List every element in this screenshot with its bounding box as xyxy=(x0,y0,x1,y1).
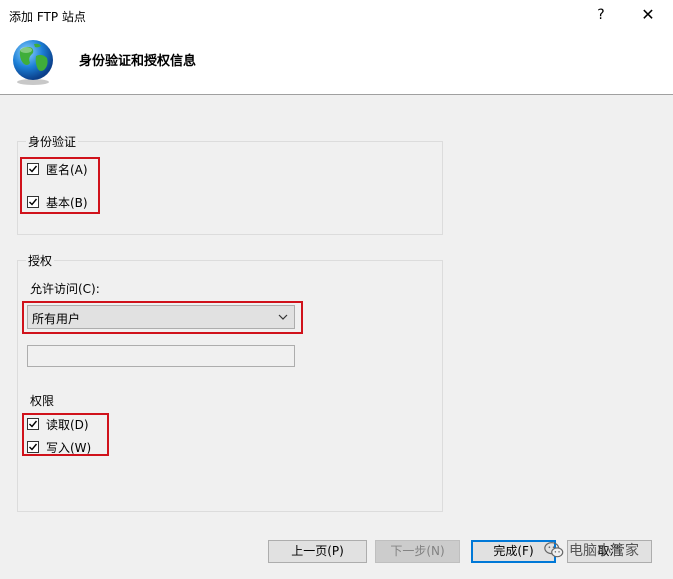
watermark-text: 电脑小管家 xyxy=(569,543,639,559)
highlight-allow-access xyxy=(22,301,303,334)
highlight-authentication xyxy=(20,157,100,214)
globe-icon xyxy=(13,40,53,85)
user-input[interactable] xyxy=(27,345,295,367)
previous-button[interactable]: 上一页(P) xyxy=(268,540,367,563)
next-button[interactable]: 下一步(N) xyxy=(375,540,460,563)
page-title: 身份验证和授权信息 xyxy=(79,54,197,69)
wizard-header: 身份验证和授权信息 xyxy=(0,30,673,95)
permissions-label: 权限 xyxy=(30,394,55,408)
allow-access-label: 允许访问(C): xyxy=(30,282,100,296)
wechat-icon xyxy=(544,542,564,558)
window-title: 添加 FTP 站点 xyxy=(9,10,86,24)
close-button[interactable]: ✕ xyxy=(633,4,663,26)
authorization-group: 授权 xyxy=(17,252,443,512)
title-bar: 添加 FTP 站点 ? ✕ xyxy=(0,0,673,31)
highlight-permissions xyxy=(22,413,109,456)
authentication-legend: 身份验证 xyxy=(26,133,79,150)
authorization-legend: 授权 xyxy=(26,252,55,269)
wizard-content: 身份验证 匿名(A) 基本(B) 授权 允许访问(C): 所有用户 权限 读取(… xyxy=(0,95,673,579)
help-button[interactable]: ? xyxy=(586,4,616,26)
watermark: 电脑小管家 xyxy=(543,536,639,564)
